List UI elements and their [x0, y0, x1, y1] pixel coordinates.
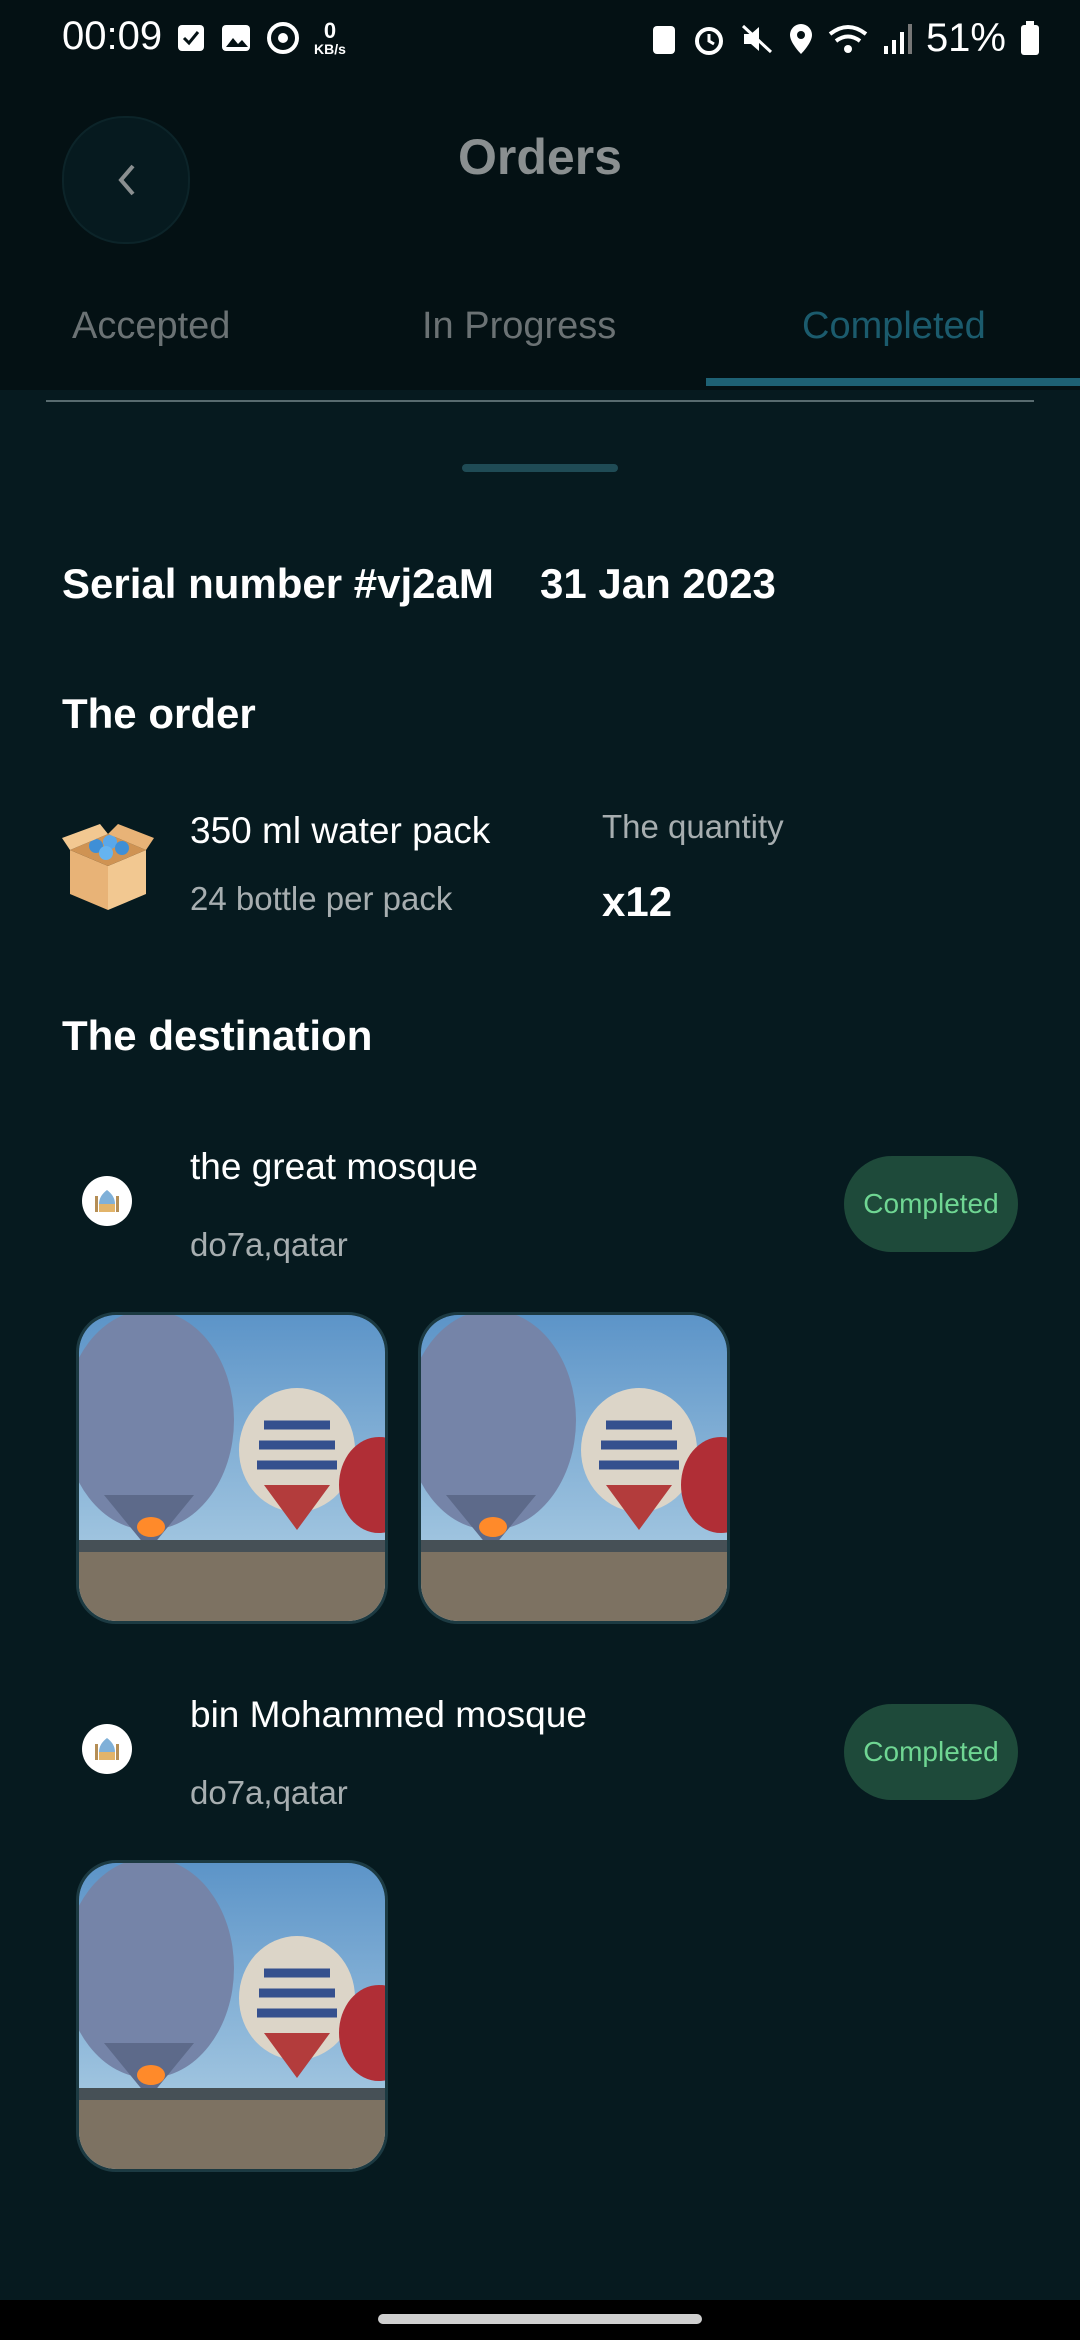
mosque-logo-icon: [82, 1724, 132, 1774]
quantity-value: x12: [602, 878, 673, 925]
product-name: 350 ml water pack: [190, 810, 491, 851]
destination-name: bin Mohammed mosque: [190, 1694, 587, 1735]
serial-number: Serial number #vj2aM: [62, 560, 494, 607]
page-title: Orders: [458, 129, 622, 185]
net-speed: 0 KB/s: [314, 18, 346, 57]
battery-icon: [1021, 20, 1039, 55]
status-notification-icons: 0 KB/s: [176, 20, 346, 56]
gallery-icon: [222, 25, 250, 51]
section-order-heading: The order: [62, 690, 256, 737]
net-speed-unit: KB/s: [314, 41, 346, 57]
delivery-photo[interactable]: [76, 1860, 388, 2172]
destination-location: do7a,qatar: [190, 1774, 348, 1811]
drag-handle[interactable]: [462, 464, 618, 472]
sheet-top-divider: [46, 400, 1034, 402]
destination-name: the great mosque: [190, 1146, 478, 1187]
checkbox-icon: [178, 25, 204, 51]
active-tab-indicator: [706, 378, 1080, 386]
product-description: 24 bottle per pack: [190, 880, 453, 917]
order-date: 31 Jan 2023: [540, 560, 776, 607]
recycle-icon: [652, 25, 675, 54]
destination-location: do7a,qatar: [190, 1226, 348, 1263]
location-icon: [789, 23, 812, 54]
quantity-label: The quantity: [602, 808, 784, 845]
order-tabs: Accepted In Progress Completed: [0, 270, 1080, 390]
status-badge: Completed: [844, 1704, 1018, 1800]
water-box-icon: [62, 824, 154, 910]
tab-completed[interactable]: Completed: [802, 270, 986, 380]
signal-icon: [883, 23, 912, 54]
mute-icon: [741, 24, 772, 53]
battery-percent: 51%: [925, 16, 1006, 60]
wifi-icon: [828, 24, 868, 53]
alarm-icon: [694, 26, 723, 55]
tab-in-progress[interactable]: In Progress: [422, 270, 616, 380]
app-bar: Orders Accepted In Progress Completed: [0, 80, 1080, 390]
status-bar: 00:09 0 KB/s 51%: [0, 0, 1080, 80]
tab-accepted[interactable]: Accepted: [72, 270, 230, 380]
delivery-photo[interactable]: [418, 1312, 730, 1624]
section-destination-heading: The destination: [62, 1012, 373, 1059]
home-gesture-handle[interactable]: [378, 2314, 702, 2324]
delivery-photo[interactable]: [76, 1312, 388, 1624]
sync-icon: [267, 22, 299, 54]
mosque-logo-icon: [82, 1176, 132, 1226]
status-badge: Completed: [844, 1156, 1018, 1252]
net-speed-value: 0: [323, 18, 337, 43]
status-time: 00:09: [62, 14, 163, 58]
status-system-icons: 51%: [650, 16, 1040, 61]
